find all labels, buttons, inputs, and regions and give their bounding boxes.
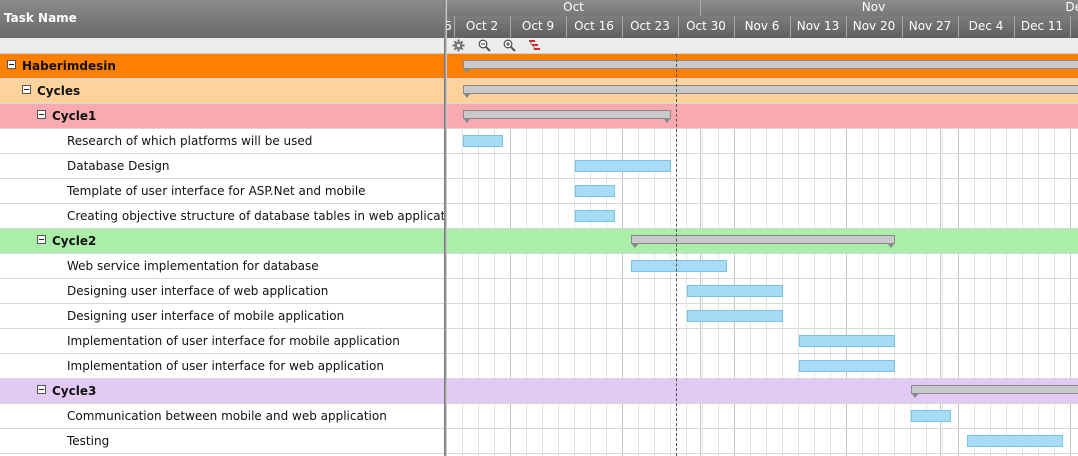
task-label: Web service implementation for database: [67, 259, 319, 273]
month-label-nov: Nov: [861, 0, 886, 14]
task-row-web-service-implementation-for-database[interactable]: Web service implementation for database: [0, 254, 444, 279]
task-name-header-label: Task Name: [4, 11, 77, 25]
collapse-toggle-icon[interactable]: [37, 235, 46, 244]
task-label: Implementation of user interface for mob…: [67, 334, 400, 348]
timeline-row: [447, 329, 1078, 354]
zoom-in-icon[interactable]: [503, 39, 516, 52]
task-bar-template-of-user-interface-for-asp-net-and-mobile[interactable]: [575, 185, 615, 197]
task-label: Database Design: [67, 159, 170, 173]
task-bar-designing-user-interface-of-web-application[interactable]: [687, 285, 783, 297]
week-separator: [1070, 16, 1071, 38]
task-list-panel: Task Name Haberimdesin Cycles Cycle1 Resear…: [0, 0, 444, 456]
timeline-row: [447, 404, 1078, 429]
collapse-toggle-icon[interactable]: [37, 385, 46, 394]
task-label: Communication between mobile and web app…: [67, 409, 387, 423]
task-bar-communication-between-mobile-and-web-application[interactable]: [911, 410, 951, 422]
task-bar-implementation-of-user-interface-for-web-application[interactable]: [799, 360, 895, 372]
task-row-implementation-of-user-interface-for-mobile-application[interactable]: Implementation of user interface for mob…: [0, 329, 444, 354]
task-label: Cycle1: [52, 109, 97, 123]
group-row-cycle1[interactable]: Cycle1: [0, 104, 444, 129]
month-separator: [700, 0, 701, 16]
summary-bar-cycles[interactable]: [463, 85, 1078, 98]
task-label: Designing user interface of mobile appli…: [67, 309, 345, 323]
group-row-cycle3[interactable]: Cycle3: [0, 379, 444, 404]
zoom-out-icon[interactable]: [478, 39, 491, 52]
task-name-column-header[interactable]: Task Name: [0, 0, 444, 38]
task-label: Testing: [67, 434, 110, 448]
timeline-row: [447, 179, 1078, 204]
task-label: Cycle3: [52, 384, 97, 398]
task-row-implementation-of-user-interface-for-web-application[interactable]: Implementation of user interface for web…: [0, 354, 444, 379]
task-rows: Haberimdesin Cycles Cycle1 Research of whic…: [0, 54, 444, 454]
task-label: Creating objective structure of database…: [67, 209, 444, 223]
task-list-subheader: [0, 38, 444, 54]
critical-path-icon[interactable]: [528, 39, 541, 52]
summary-bar-haberimdesin[interactable]: [463, 60, 1078, 73]
task-label: Haberimdesin: [22, 59, 116, 73]
task-bar-implementation-of-user-interface-for-mobile-application[interactable]: [799, 335, 895, 347]
timeline-toolbar: [447, 38, 1078, 54]
task-label: Cycles: [37, 84, 81, 98]
group-row-cycle2[interactable]: Cycle2: [0, 229, 444, 254]
task-bar-web-service-implementation-for-database[interactable]: [631, 260, 727, 272]
month-label-oct: Oct: [563, 0, 584, 14]
month-label-dec: Dec: [1065, 0, 1078, 14]
task-label: Cycle2: [52, 234, 97, 248]
summary-bar-cycle1[interactable]: [463, 110, 671, 123]
timeline-row: [447, 154, 1078, 179]
task-bar-creating-objective-structure-of-database-tables-in-web-application[interactable]: [575, 210, 615, 222]
collapse-toggle-icon[interactable]: [37, 110, 46, 119]
task-row-creating-objective-structure-of-database-tables-in-web-application[interactable]: Creating objective structure of database…: [0, 204, 444, 229]
today-marker: [676, 54, 677, 456]
task-bar-database-design[interactable]: [575, 160, 671, 172]
group-row-haberimdesin[interactable]: Haberimdesin: [0, 54, 444, 79]
task-row-communication-between-mobile-and-web-application[interactable]: Communication between mobile and web app…: [0, 404, 444, 429]
timeline-month-header: Oct Nov Dec: [447, 0, 1078, 16]
task-label: Implementation of user interface for web…: [67, 359, 384, 373]
timeline-panel: Oct Nov Dec 5Oct 2Oct 9Oct 16Oct 23Oct 30N…: [447, 0, 1078, 456]
collapse-toggle-icon[interactable]: [7, 60, 16, 69]
task-bar-testing[interactable]: [967, 435, 1063, 447]
task-label: Designing user interface of web applicat…: [67, 284, 329, 298]
collapse-toggle-icon[interactable]: [22, 85, 31, 94]
task-row-testing[interactable]: Testing: [0, 429, 444, 454]
task-row-research-of-which-platforms-will-be-used[interactable]: Research of which platforms will be used: [0, 129, 444, 154]
timeline-row: [447, 254, 1078, 279]
timeline-grid: [447, 54, 1078, 456]
timeline-row: [447, 204, 1078, 229]
task-row-database-design[interactable]: Database Design: [0, 154, 444, 179]
timeline-row: [447, 354, 1078, 379]
summary-bar-cycle2[interactable]: [631, 235, 895, 248]
task-row-designing-user-interface-of-web-application[interactable]: Designing user interface of web applicat…: [0, 279, 444, 304]
group-row-cycles[interactable]: Cycles: [0, 79, 444, 104]
task-row-designing-user-interface-of-mobile-application[interactable]: Designing user interface of mobile appli…: [0, 304, 444, 329]
timeline-week-header: 5 Oct 2 Oct 9 Oct 16 Oct 23 Oct 30 Nov 6 Nov 13…: [447, 16, 1078, 38]
gear-icon[interactable]: [452, 39, 465, 52]
task-bar-designing-user-interface-of-mobile-application[interactable]: [687, 310, 783, 322]
task-row-template-of-user-interface-for-asp-net-and-mobile[interactable]: Template of user interface for ASP.Net a…: [0, 179, 444, 204]
summary-bar-cycle3[interactable]: [911, 385, 1078, 398]
timeline-row: [447, 129, 1078, 154]
task-label: Research of which platforms will be used: [67, 134, 313, 148]
task-bar-research-of-which-platforms-will-be-used[interactable]: [463, 135, 503, 147]
task-label: Template of user interface for ASP.Net a…: [67, 184, 366, 198]
gantt-chart: Task Name Haberimdesin Cycles Cycle1 Resear…: [0, 0, 1078, 456]
